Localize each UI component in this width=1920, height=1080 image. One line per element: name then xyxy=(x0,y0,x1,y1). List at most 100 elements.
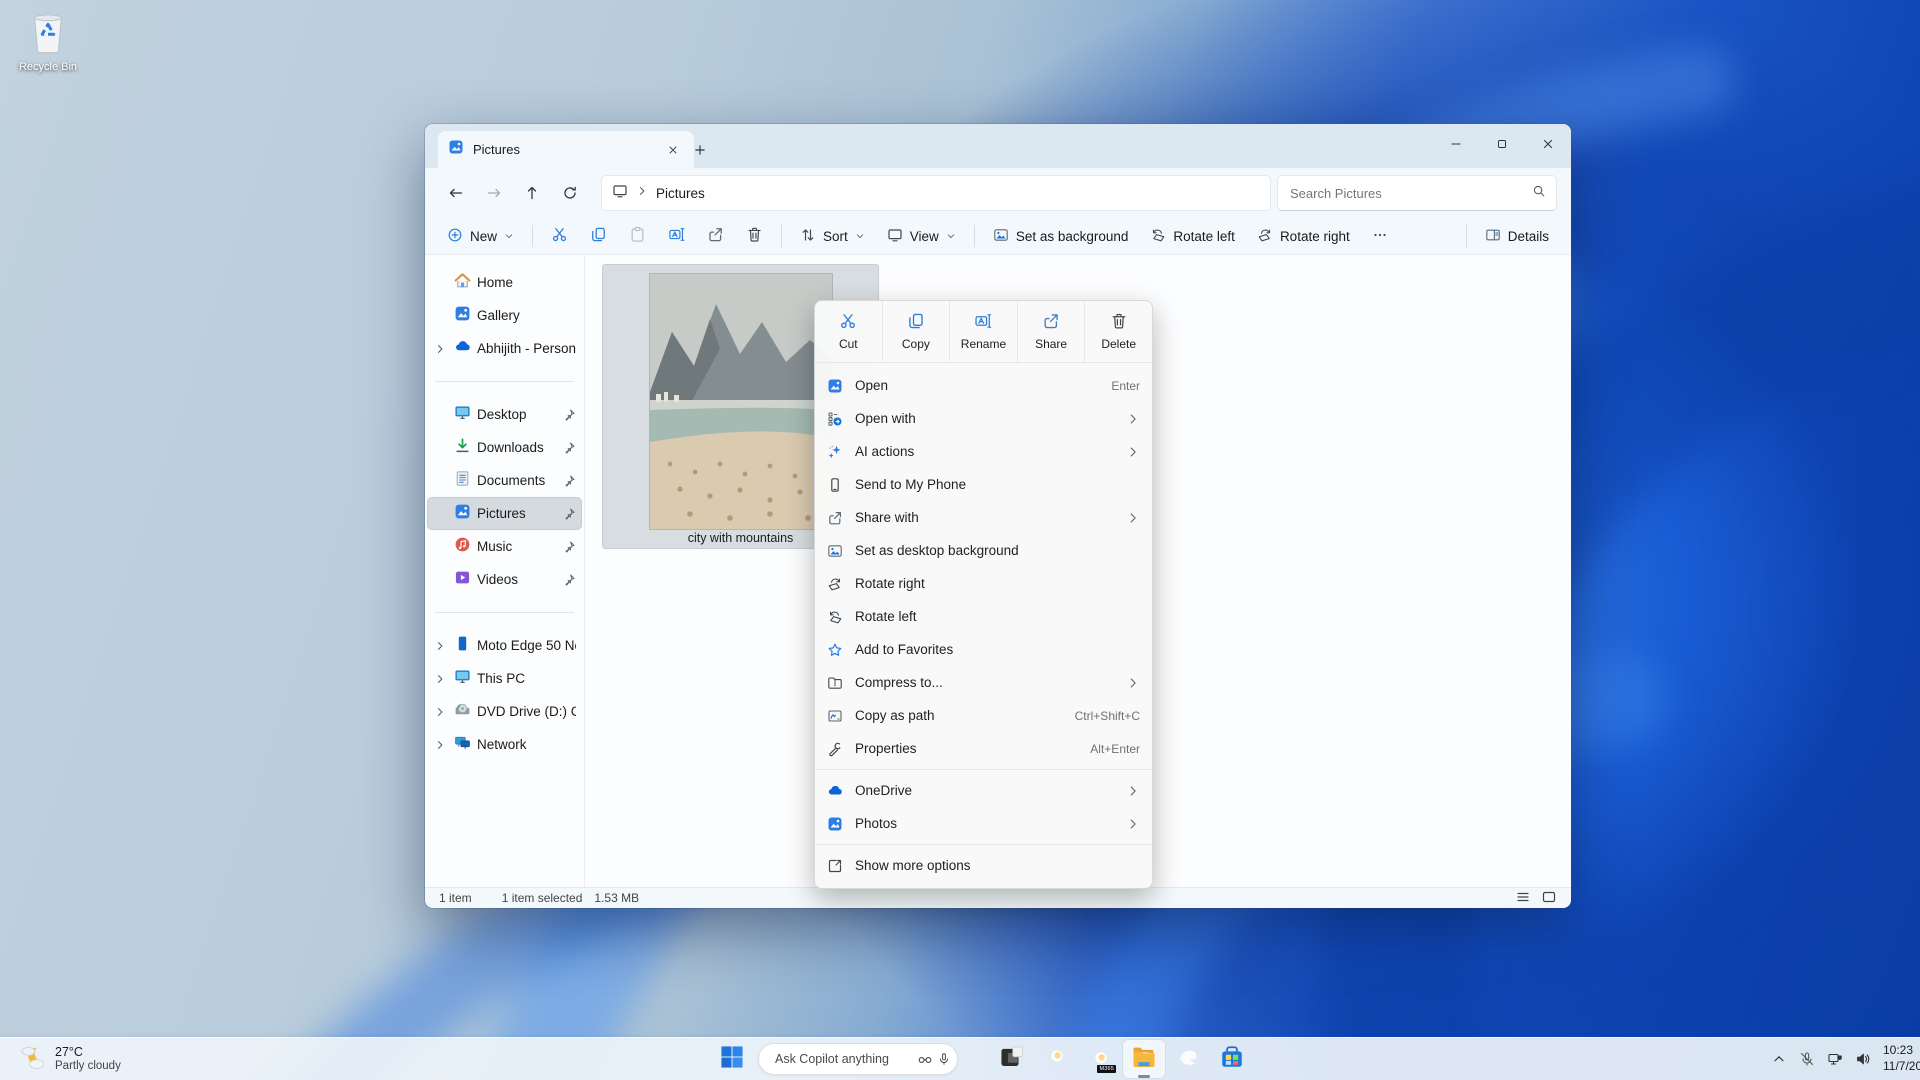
more-options-button[interactable] xyxy=(1362,221,1398,251)
chevron-right-icon[interactable] xyxy=(432,739,448,751)
maximize-button[interactable] xyxy=(1479,124,1525,164)
start-button[interactable] xyxy=(712,1039,752,1079)
sidebar-item-videos[interactable]: Videos xyxy=(427,563,582,596)
details-button[interactable]: Details xyxy=(1475,221,1559,251)
home-icon xyxy=(454,272,471,294)
cut-quick-button[interactable]: Cut xyxy=(815,301,882,362)
delete-button[interactable] xyxy=(736,221,773,251)
copy-as-path-icon xyxy=(826,708,844,724)
forward-button[interactable] xyxy=(477,177,511,209)
menu-item-open-with[interactable]: Open with xyxy=(815,402,1152,435)
copy-quick-button[interactable]: Copy xyxy=(882,301,950,362)
menu-item-show-more-options[interactable]: Show more options xyxy=(815,849,1152,882)
chevron-right-icon[interactable] xyxy=(432,673,448,685)
recycle-bin[interactable]: Recycle Bin xyxy=(12,10,84,73)
paste-button[interactable] xyxy=(619,221,656,251)
sidebar-item-gallery[interactable]: Gallery xyxy=(427,299,582,332)
chevron-right-icon[interactable] xyxy=(432,706,448,718)
taskbar-file-explorer[interactable] xyxy=(1122,1039,1166,1079)
copilot-search-input[interactable] xyxy=(773,1051,913,1067)
sidebar-item-this-pc[interactable]: This PC xyxy=(427,662,582,695)
phone-device-icon xyxy=(454,635,471,657)
taskbar-edge[interactable] xyxy=(1166,1039,1210,1079)
share-button[interactable] xyxy=(697,221,734,251)
copy-button[interactable] xyxy=(580,221,617,251)
weather-widget[interactable]: 27°C Partly cloudy xyxy=(10,1038,129,1080)
rotate-left-button[interactable]: Rotate left xyxy=(1140,221,1245,251)
copilot-search-box[interactable] xyxy=(758,1043,958,1075)
sidebar-item-downloads[interactable]: Downloads xyxy=(427,431,582,464)
menu-item-send-to-my-phone[interactable]: Send to My Phone xyxy=(815,468,1152,501)
ai-sparkle-icon xyxy=(826,444,844,460)
thumbnail-view-toggle-icon[interactable] xyxy=(1541,889,1557,908)
sidebar-item-desktop[interactable]: Desktop xyxy=(427,398,582,431)
minimize-button[interactable] xyxy=(1433,124,1479,164)
menu-item-onedrive[interactable]: OneDrive xyxy=(815,774,1152,807)
copilot-vision-glasses-icon[interactable] xyxy=(917,1051,933,1067)
menu-item-rotate-left[interactable]: Rotate left xyxy=(815,600,1152,633)
microphone-muted-icon[interactable] xyxy=(1793,1041,1821,1077)
app-window-icon xyxy=(999,1044,1025,1075)
item-count: 1 item xyxy=(439,891,472,905)
sidebar-item-moto-edge[interactable]: Moto Edge 50 Neo xyxy=(427,629,582,662)
sort-button[interactable]: Sort xyxy=(790,221,875,251)
menu-item-photos[interactable]: Photos xyxy=(815,807,1152,840)
menu-item-copy-as-path[interactable]: Copy as path Ctrl+Shift+C xyxy=(815,699,1152,732)
refresh-button[interactable] xyxy=(553,177,587,209)
hidden-icons-chevron-icon[interactable] xyxy=(1765,1041,1793,1077)
sidebar-item-network[interactable]: Network xyxy=(427,728,582,761)
rename-button[interactable] xyxy=(658,221,695,251)
set-as-background-button[interactable]: Set as background xyxy=(983,221,1139,251)
new-plus-icon xyxy=(447,227,463,246)
up-button[interactable] xyxy=(515,177,549,209)
menu-item-ai-actions[interactable]: AI actions xyxy=(815,435,1152,468)
close-button[interactable] xyxy=(1525,124,1571,164)
menu-item-set-as-desktop-background[interactable]: Set as desktop background xyxy=(815,534,1152,567)
sidebar-item-documents[interactable]: Documents xyxy=(427,464,582,497)
menu-separator xyxy=(816,844,1151,845)
rotate-right-button[interactable]: Rotate right xyxy=(1247,221,1360,251)
tab-pictures[interactable]: Pictures xyxy=(438,131,694,168)
new-tab-button[interactable] xyxy=(687,137,713,163)
rename-quick-button[interactable]: Rename xyxy=(949,301,1017,362)
phone-icon xyxy=(826,477,844,493)
sidebar-item-dvd-drive[interactable]: DVD Drive (D:) CCC xyxy=(427,695,582,728)
sidebar-item-onedrive-personal[interactable]: Abhijith - Personal xyxy=(427,332,582,365)
menu-item-add-to-favorites[interactable]: Add to Favorites xyxy=(815,633,1152,666)
cut-button[interactable] xyxy=(541,221,578,251)
view-button[interactable]: View xyxy=(877,221,966,251)
taskbar-copilot[interactable] xyxy=(1034,1039,1078,1079)
search-input[interactable] xyxy=(1288,185,1532,202)
network-tray-icon[interactable] xyxy=(1821,1041,1849,1077)
context-menu: Cut Copy Rename Share Delete Open xyxy=(814,300,1153,889)
share-quick-button[interactable]: Share xyxy=(1017,301,1085,362)
cut-icon xyxy=(839,312,857,333)
microphone-icon[interactable] xyxy=(937,1052,951,1066)
cut-icon xyxy=(551,226,568,246)
chevron-right-icon[interactable] xyxy=(432,343,448,355)
breadcrumb[interactable]: Pictures xyxy=(656,186,705,201)
taskbar-store[interactable] xyxy=(1210,1039,1254,1079)
back-button[interactable] xyxy=(439,177,473,209)
delete-quick-button[interactable]: Delete xyxy=(1084,301,1152,362)
volume-icon[interactable] xyxy=(1849,1041,1877,1077)
taskbar-clock[interactable]: 10:23 11/7/2025 xyxy=(1883,1043,1920,1074)
menu-item-properties[interactable]: Properties Alt+Enter xyxy=(815,732,1152,765)
sidebar-item-music[interactable]: Music xyxy=(427,530,582,563)
taskbar-app-window[interactable] xyxy=(990,1039,1034,1079)
menu-item-rotate-right[interactable]: Rotate right xyxy=(815,567,1152,600)
sidebar-item-pictures[interactable]: Pictures xyxy=(427,497,582,530)
new-button[interactable]: New xyxy=(437,221,524,251)
taskbar-m365-copilot[interactable]: M365 xyxy=(1078,1039,1122,1079)
address-bar[interactable]: Pictures xyxy=(601,175,1271,211)
menu-item-open[interactable]: Open Enter xyxy=(815,369,1152,402)
menu-item-share-with[interactable]: Share with xyxy=(815,501,1152,534)
partly-cloudy-icon xyxy=(18,1042,48,1077)
dvd-drive-icon xyxy=(454,701,471,723)
copy-icon xyxy=(590,226,607,246)
sidebar-item-home[interactable]: Home xyxy=(427,266,582,299)
chevron-right-icon[interactable] xyxy=(432,640,448,652)
tab-close-icon[interactable] xyxy=(662,139,684,161)
menu-item-compress-to[interactable]: Compress to... xyxy=(815,666,1152,699)
list-view-toggle-icon[interactable] xyxy=(1515,889,1531,908)
